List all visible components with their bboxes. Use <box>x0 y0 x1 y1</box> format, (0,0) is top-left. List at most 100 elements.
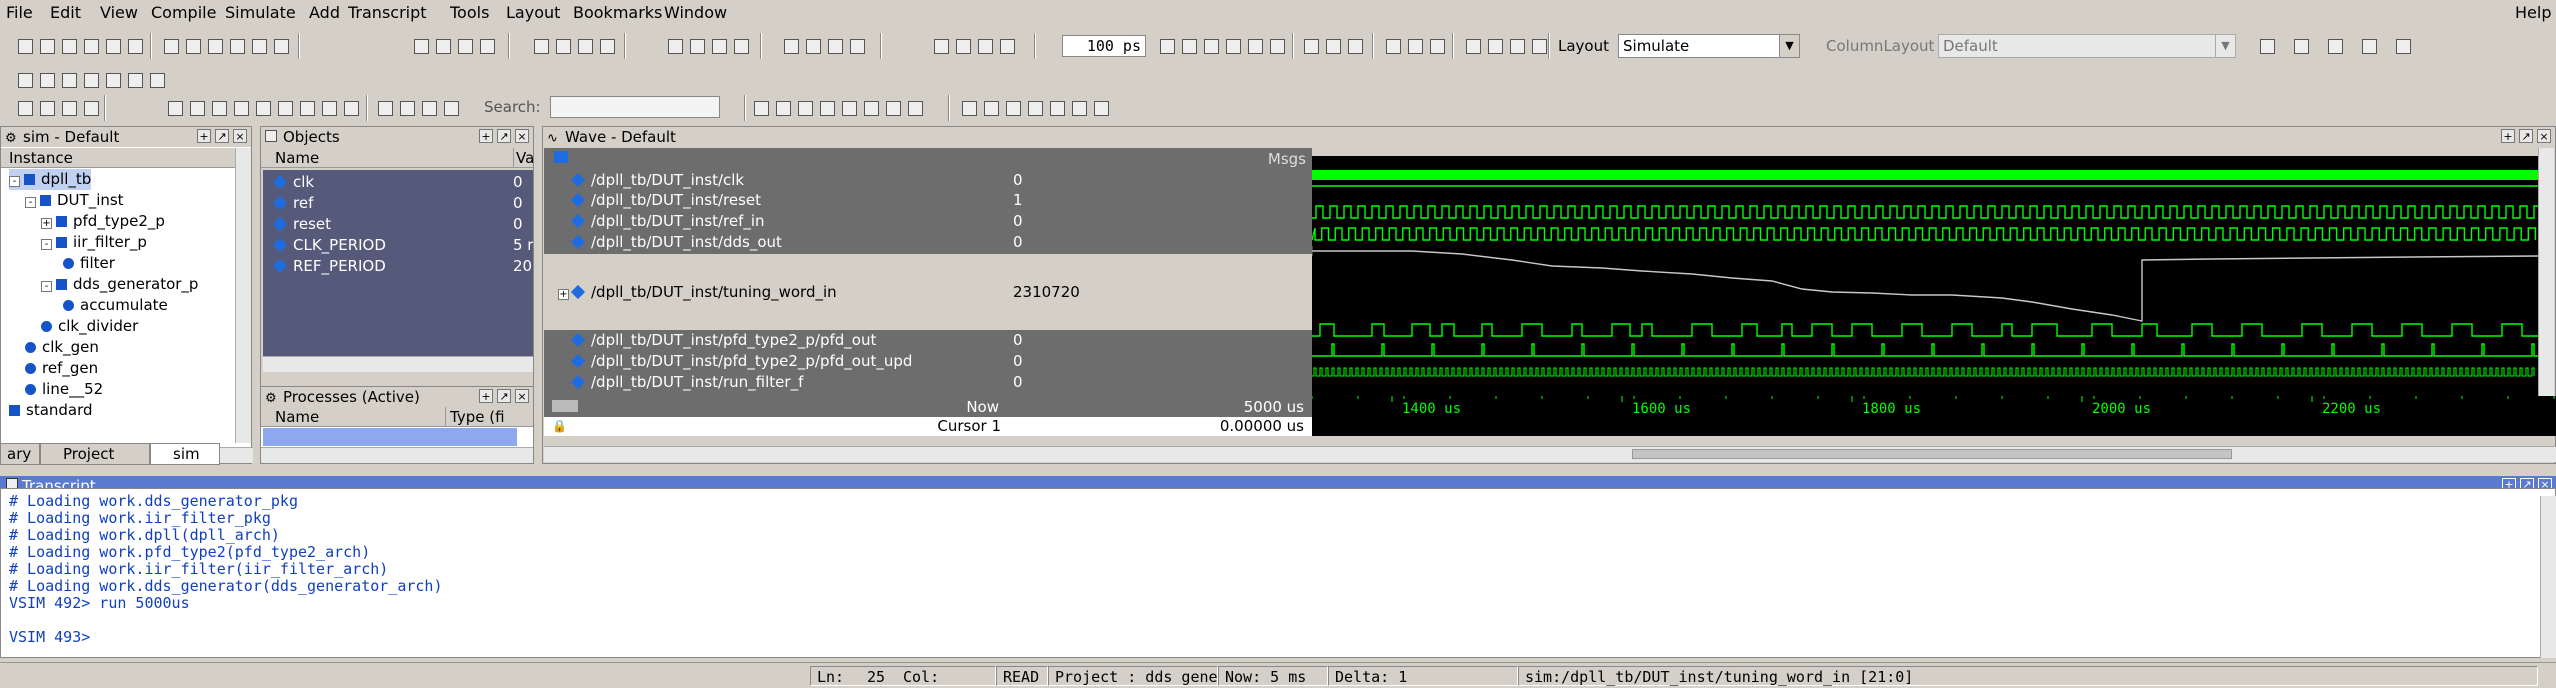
tb1-button-24[interactable] <box>664 35 686 57</box>
tb1-button-60[interactable] <box>2290 35 2312 57</box>
tb2-button-3[interactable] <box>80 69 102 91</box>
tb1-button-50[interactable] <box>1382 35 1404 57</box>
tb3-button-0[interactable] <box>14 97 36 119</box>
tb1-button-27[interactable] <box>730 35 752 57</box>
tb3-button-25[interactable] <box>860 97 882 119</box>
tree-item[interactable]: + pfd_type2_p <box>41 211 165 232</box>
tb3-button-22[interactable] <box>794 97 816 119</box>
tb1-button-48[interactable] <box>1344 35 1366 57</box>
tb3-button-15[interactable] <box>374 97 396 119</box>
tb3-button-29[interactable] <box>958 97 980 119</box>
tb1-button-19[interactable] <box>530 35 552 57</box>
transcript-vscrollbar[interactable] <box>2540 496 2556 658</box>
undock-icon[interactable]: ↗ <box>215 129 229 143</box>
lock-icon[interactable]: 🔒 <box>552 419 567 433</box>
tb1-button-9[interactable] <box>204 35 226 57</box>
menu-tools[interactable]: Tools <box>450 3 489 22</box>
expand-icon[interactable]: + <box>41 218 52 229</box>
tb3-button-7[interactable] <box>208 97 230 119</box>
processes-col-type[interactable]: Type (fi <box>445 407 533 427</box>
wave-signal-row[interactable]: /dpll_tb/DUT_inst/dds_out <box>544 232 1007 253</box>
tb1-button-5[interactable] <box>124 35 146 57</box>
menu-view[interactable]: View <box>100 3 138 22</box>
tb3-button-16[interactable] <box>396 97 418 119</box>
tab-library[interactable]: ary <box>0 443 40 465</box>
tb1-button-17[interactable] <box>476 35 498 57</box>
instance-column-header[interactable]: Instance <box>1 148 237 168</box>
tb1-button-54[interactable] <box>1462 35 1484 57</box>
menu-file[interactable]: File <box>6 3 33 22</box>
tb1-button-2[interactable] <box>58 35 80 57</box>
tb2-button-0[interactable] <box>14 69 36 91</box>
wave-names-hscrollbar[interactable] <box>544 446 1007 462</box>
tb1-button-7[interactable] <box>160 35 182 57</box>
tb3-button-1[interactable] <box>36 97 58 119</box>
tb1-button-41[interactable] <box>1200 35 1222 57</box>
wave-value-row[interactable]: 0 <box>1007 211 1312 232</box>
dock-icon[interactable]: + <box>479 389 493 403</box>
tb1-button-0[interactable] <box>14 35 36 57</box>
tb1-button-30[interactable] <box>802 35 824 57</box>
close-icon[interactable]: × <box>2537 129 2551 143</box>
tb1-button-44[interactable] <box>1266 35 1288 57</box>
menu-simulate[interactable]: Simulate <box>225 3 296 22</box>
tree-item[interactable]: standard <box>9 400 93 421</box>
tb1-button-55[interactable] <box>1484 35 1506 57</box>
collapse-icon[interactable]: - <box>41 239 52 250</box>
tb2-button-2[interactable] <box>58 69 80 91</box>
layout-select[interactable]: Simulate ▼ <box>1618 34 1800 58</box>
tb1-button-34[interactable] <box>930 35 952 57</box>
tb3-button-12[interactable] <box>318 97 340 119</box>
tb1-button-25[interactable] <box>686 35 708 57</box>
wave-signal-row[interactable]: /dpll_tb/DUT_inst/reset <box>544 190 1007 211</box>
wave-signal-row[interactable]: /dpll_tb/DUT_inst/run_filter_f <box>544 372 1007 393</box>
menu-bookmarks[interactable]: Bookmarks <box>573 3 662 22</box>
tb3-button-24[interactable] <box>838 97 860 119</box>
tb1-button-20[interactable] <box>552 35 574 57</box>
collapse-icon[interactable]: - <box>41 281 52 292</box>
tb1-button-43[interactable] <box>1244 35 1266 57</box>
tb1-button-63[interactable] <box>2392 35 2414 57</box>
wave-vscrollbar[interactable] <box>2538 148 2554 396</box>
chevron-down-icon[interactable]: ▼ <box>2215 35 2235 57</box>
transcript-console[interactable]: # Loading work.dds_generator_pkg # Loadin… <box>0 488 2556 658</box>
tb1-button-4[interactable] <box>102 35 124 57</box>
wave-signal-row[interactable]: /dpll_tb/DUT_inst/pfd_type2_p/pfd_out_up… <box>544 351 1007 372</box>
tb3-button-27[interactable] <box>904 97 926 119</box>
tb3-button-35[interactable] <box>1090 97 1112 119</box>
tb1-button-61[interactable] <box>2324 35 2346 57</box>
tb1-button-40[interactable] <box>1178 35 1200 57</box>
tb3-button-30[interactable] <box>980 97 1002 119</box>
scroll-thumb[interactable] <box>1632 449 2232 459</box>
tb3-button-26[interactable] <box>882 97 904 119</box>
tb2-button-6[interactable] <box>146 69 168 91</box>
tb1-button-57[interactable] <box>1528 35 1550 57</box>
tb1-button-14[interactable] <box>410 35 432 57</box>
dock-icon[interactable]: + <box>197 129 211 143</box>
wave-time-hscrollbar[interactable] <box>1312 446 2556 462</box>
menu-help[interactable]: Help <box>2515 3 2551 22</box>
tb1-button-39[interactable] <box>1156 35 1178 57</box>
tb3-button-18[interactable] <box>440 97 462 119</box>
tb1-button-51[interactable] <box>1404 35 1426 57</box>
wave-value-row[interactable]: 0 <box>1007 351 1312 372</box>
tb3-button-31[interactable] <box>1002 97 1024 119</box>
tb1-button-8[interactable] <box>182 35 204 57</box>
wave-value-row[interactable]: 0 <box>1007 330 1312 351</box>
object-row[interactable]: ref 0 <box>263 193 533 214</box>
tb1-button-12[interactable] <box>270 35 292 57</box>
tb1-button-32[interactable] <box>846 35 868 57</box>
menu-edit[interactable]: Edit <box>50 3 81 22</box>
objects-hscrollbar[interactable] <box>263 356 533 372</box>
wave-value-row[interactable]: 1 <box>1007 190 1312 211</box>
wave-value-row[interactable]: 0 <box>1007 170 1312 190</box>
wave-value-row[interactable]: 0 <box>1007 372 1312 393</box>
tb1-button-29[interactable] <box>780 35 802 57</box>
menu-transcript[interactable]: Transcript <box>348 3 427 22</box>
tb1-button-10[interactable] <box>226 35 248 57</box>
tb3-button-21[interactable] <box>772 97 794 119</box>
collapse-icon[interactable]: - <box>25 197 36 208</box>
collapse-icon[interactable]: - <box>9 176 20 187</box>
tb3-button-5[interactable] <box>164 97 186 119</box>
dock-icon[interactable]: + <box>2501 129 2515 143</box>
